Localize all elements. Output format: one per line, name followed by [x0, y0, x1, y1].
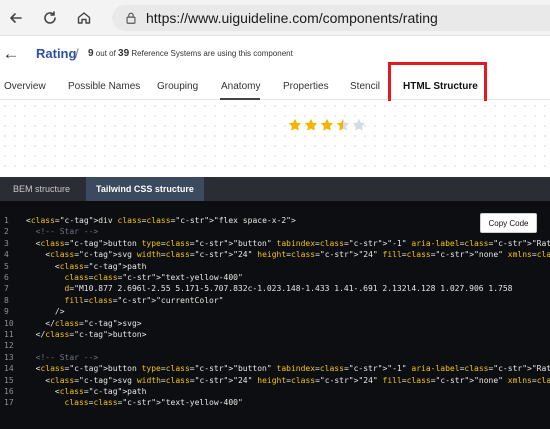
code-line: 11 </class="c-tag">button> — [0, 329, 550, 340]
tab-grouping[interactable]: Grouping — [157, 81, 198, 92]
code-line: 8 fill=class="c-str">"currentColor" — [0, 295, 550, 306]
line-number: 9 — [4, 307, 9, 317]
code-tabs: BEM structure Tailwind CSS structure — [0, 177, 550, 201]
component-preview — [0, 101, 550, 175]
tab-overview[interactable]: Overview — [4, 81, 46, 92]
code-text: <!-- Star --> — [26, 227, 99, 237]
code-text: </class="c-tag">svg> — [26, 318, 142, 328]
star-icon[interactable] — [320, 118, 334, 132]
breadcrumb-separator: / — [75, 46, 79, 61]
code-text: <class="c-tag">button type=class="c-str"… — [26, 364, 550, 374]
line-number: 2 — [4, 227, 9, 237]
tab-stencil[interactable]: Stencil — [350, 81, 380, 92]
count-suffix: Reference Systems are using this compone… — [131, 49, 293, 58]
rating-stars — [288, 118, 366, 132]
code-text: class=class="c-str">"text-yellow-400" — [64, 398, 243, 408]
back-arrow-icon[interactable] — [6, 8, 26, 28]
code-line: 9 /> — [0, 306, 550, 317]
browser-toolbar: https://www.uiguideline.com/components/r… — [0, 0, 550, 36]
code-text: <class="c-tag">svg width=class="c-str">"… — [26, 375, 550, 385]
line-number: 6 — [4, 273, 9, 282]
tab-properties[interactable]: Properties — [283, 81, 329, 92]
page-title[interactable]: Rating — [36, 46, 76, 61]
code-text: <!-- Star --> — [26, 352, 99, 362]
code-text: </class="c-tag">button> — [26, 330, 147, 339]
code-line: 1 <class="c-tag">div class=class="c-str">… — [0, 215, 550, 226]
code-text: <class="c-tag">svg width=class="c-str">"… — [26, 250, 550, 260]
tab-tailwind-structure[interactable]: Tailwind CSS structure — [86, 177, 204, 201]
line-number: 5 — [4, 261, 9, 271]
tab-anatomy[interactable]: Anatomy — [221, 81, 260, 92]
code-text: <class="c-tag">div class=class="c-str">"… — [26, 216, 296, 225]
line-number: 4 — [4, 250, 9, 260]
total-value: 39 — [118, 48, 130, 59]
code-line: 17 class=class="c-str">"text-yellow-400" — [0, 397, 550, 408]
refresh-icon[interactable] — [40, 8, 60, 28]
tab-possible-names[interactable]: Possible Names — [68, 81, 140, 92]
code-text: <class="c-tag">path — [26, 261, 147, 271]
code-text: <class="c-tag">path — [26, 387, 147, 396]
tab-underline — [220, 98, 260, 100]
count-value: 9 — [88, 48, 94, 59]
code-text: class=class="c-str">"text-yellow-400" — [64, 273, 243, 282]
code-line: 13 <!-- Star --> — [0, 352, 550, 363]
code-line: 10 </class="c-tag">svg> — [0, 318, 550, 329]
code-line: 6 class=class="c-str">"text-yellow-400" — [0, 272, 550, 283]
code-line: 7 d="M10.877 2.696l-2.55 5.171-5.707.832… — [0, 283, 550, 294]
code-line: 5 <class="c-tag">path — [0, 261, 550, 272]
star-icon[interactable] — [288, 118, 302, 132]
star-icon[interactable] — [304, 118, 318, 132]
line-number: 8 — [4, 295, 9, 305]
code-line: 15 <class="c-tag">svg width=class="c-str… — [0, 375, 550, 386]
line-number: 7 — [4, 284, 9, 294]
site-info-icon[interactable] — [124, 10, 140, 26]
copy-code-button[interactable]: Copy Code — [480, 213, 537, 233]
code-line: 14 <class="c-tag">button type=class="c-s… — [0, 363, 550, 374]
back-icon[interactable]: ← — [2, 44, 20, 63]
code-line: 3 <class="c-tag">button type=class="c-st… — [0, 238, 550, 249]
line-number: 12 — [4, 341, 14, 351]
code-text: /> — [26, 307, 65, 317]
code-line: 4 <class="c-tag">svg width=class="c-str"… — [0, 249, 550, 260]
code-text: fill=class="c-str">"currentColor" — [64, 295, 224, 305]
line-number: 3 — [4, 238, 9, 248]
code-line: 2 <!-- Star --> — [0, 226, 550, 237]
star-icon[interactable] — [352, 118, 366, 132]
code-line: 12 — [0, 340, 550, 351]
line-number: 13 — [4, 352, 14, 362]
code-block: 1 <class="c-tag">div class=class="c-str">… — [0, 201, 550, 429]
url-text: https://www.uiguideline.com/components/r… — [146, 10, 438, 26]
code-line: 16 <class="c-tag">path — [0, 386, 550, 397]
line-number: 11 — [4, 330, 14, 339]
line-number: 16 — [4, 387, 14, 396]
line-number: 10 — [4, 318, 14, 328]
line-number: 14 — [4, 364, 14, 374]
line-number: 1 — [4, 216, 9, 225]
tab-bem-structure[interactable]: BEM structure — [3, 177, 80, 201]
reference-count: 9 out of 39 Reference Systems are using … — [88, 48, 293, 59]
star-icon[interactable] — [336, 118, 350, 132]
code-text: d="M10.877 2.696l-2.55 5.171-5.707.832c-… — [64, 284, 513, 294]
code-text: <class="c-tag">button type=class="c-str"… — [26, 238, 550, 248]
home-icon[interactable] — [74, 8, 94, 28]
out-of-text: out of — [95, 49, 116, 58]
line-number: 15 — [4, 375, 14, 385]
line-number: 17 — [4, 398, 14, 408]
address-bar[interactable]: https://www.uiguideline.com/components/r… — [112, 5, 550, 31]
